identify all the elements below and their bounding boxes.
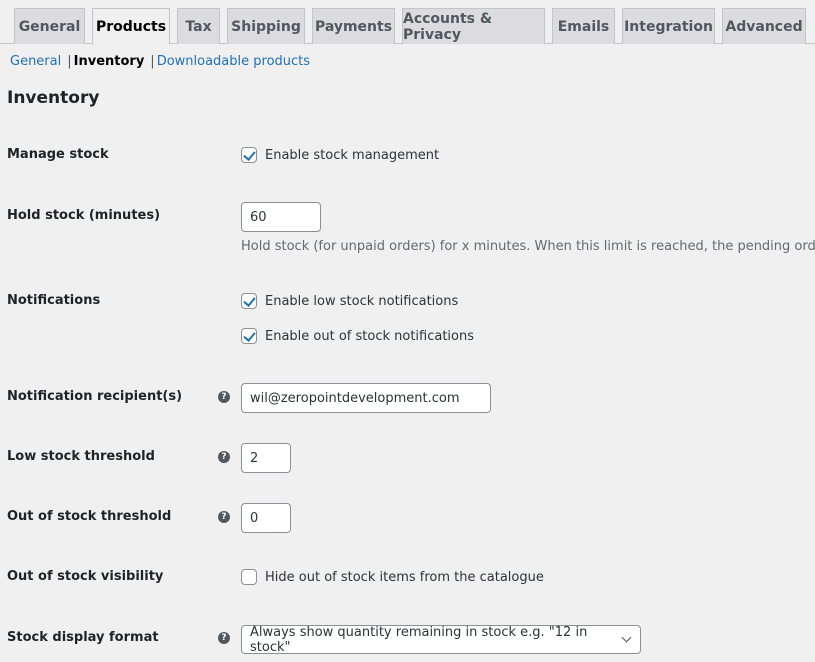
tab-accounts-privacy[interactable]: Accounts & Privacy	[402, 8, 545, 44]
subnav-separator: |	[67, 54, 72, 69]
settings-tab-bar: General Products Tax Shipping Payments A…	[0, 0, 815, 45]
tab-shipping[interactable]: Shipping	[227, 8, 305, 44]
low-stock-threshold-label: Low stock threshold	[7, 449, 155, 464]
stock-display-format-label: Stock display format	[7, 630, 159, 645]
out-of-stock-notifications-label: Enable out of stock notifications	[265, 328, 475, 344]
low-stock-notifications-option[interactable]: Enable low stock notifications	[241, 293, 458, 309]
stock-display-format-selected: Always show quantity remaining in stock …	[250, 624, 588, 655]
hide-out-of-stock-checkbox[interactable]	[241, 569, 257, 585]
notification-recipient-input[interactable]: wil@zeropointdevelopment.com	[241, 383, 491, 413]
subnav-separator: |	[150, 54, 155, 69]
section-title: Inventory	[7, 88, 100, 108]
help-icon[interactable]: ?	[218, 391, 230, 403]
out-of-stock-notifications-checkbox[interactable]	[241, 328, 257, 344]
low-stock-notifications-label: Enable low stock notifications	[265, 293, 459, 309]
out-of-stock-visibility-label: Out of stock visibility	[7, 569, 164, 584]
help-icon[interactable]: ?	[218, 632, 230, 644]
out-of-stock-notifications-option[interactable]: Enable out of stock notifications	[241, 328, 474, 344]
stock-display-format-select[interactable]: Always show quantity remaining in stock …	[241, 624, 641, 655]
manage-stock-option[interactable]: Enable stock management	[241, 147, 439, 163]
tab-advanced[interactable]: Advanced	[722, 8, 806, 44]
chevron-down-icon	[621, 632, 632, 643]
hold-stock-description: Hold stock (for unpaid orders) for x min…	[241, 239, 815, 254]
subnav-general-link[interactable]: General	[10, 54, 61, 69]
notification-recipient-label: Notification recipient(s)	[7, 389, 183, 404]
manage-stock-checkbox[interactable]	[241, 147, 257, 163]
subnav-downloadable-products-link[interactable]: Downloadable products	[157, 54, 310, 69]
out-of-stock-threshold-label: Out of stock threshold	[7, 509, 172, 524]
section-subnav: General | Inventory | Downloadable produ…	[10, 54, 310, 69]
help-icon[interactable]: ?	[218, 511, 230, 523]
subnav-inventory-current[interactable]: Inventory	[74, 54, 145, 69]
hide-out-of-stock-label: Hide out of stock items from the catalog…	[265, 569, 544, 585]
tab-general[interactable]: General	[14, 8, 85, 44]
tab-products[interactable]: Products	[92, 8, 170, 45]
tab-payments[interactable]: Payments	[312, 8, 395, 44]
hold-stock-label: Hold stock (minutes)	[7, 208, 161, 223]
tab-emails[interactable]: Emails	[552, 8, 615, 44]
tab-integration[interactable]: Integration	[622, 8, 715, 44]
help-icon[interactable]: ?	[218, 451, 230, 463]
hide-out-of-stock-option[interactable]: Hide out of stock items from the catalog…	[241, 569, 544, 585]
hold-stock-input[interactable]: 60	[241, 202, 321, 232]
manage-stock-checkbox-label: Enable stock management	[265, 147, 440, 163]
low-stock-threshold-input[interactable]: 2	[241, 443, 291, 473]
out-of-stock-threshold-input[interactable]: 0	[241, 503, 291, 533]
manage-stock-label: Manage stock	[7, 147, 109, 162]
notifications-label: Notifications	[7, 293, 101, 308]
tab-tax[interactable]: Tax	[177, 8, 220, 44]
low-stock-notifications-checkbox[interactable]	[241, 293, 257, 309]
